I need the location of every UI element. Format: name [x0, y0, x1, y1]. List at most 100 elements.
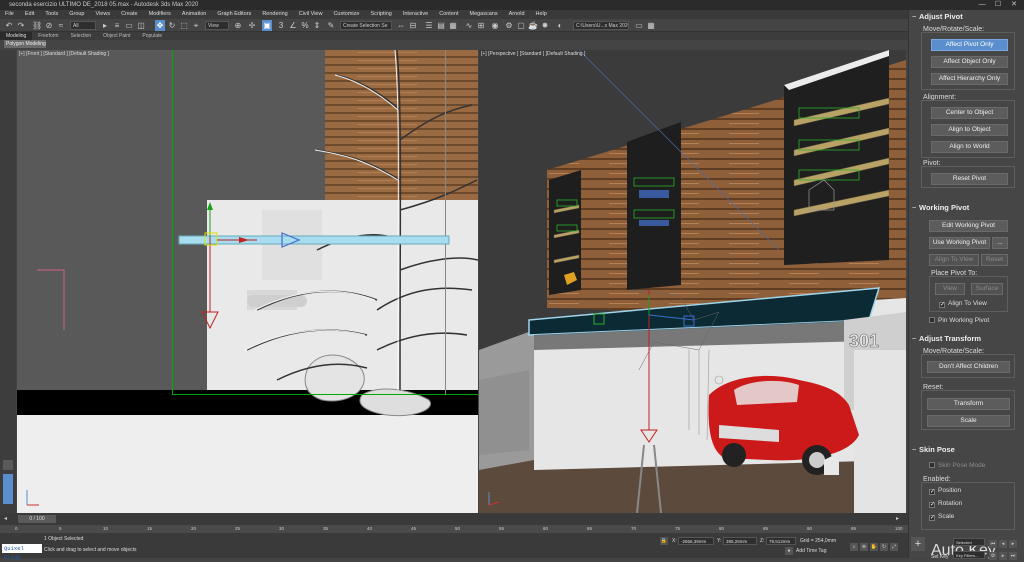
- menu-megascans[interactable]: Megascans: [464, 10, 503, 19]
- viewport-perspective-label[interactable]: [+] [Perspective ] [Standard ] [Default …: [481, 51, 585, 57]
- place-icon[interactable]: ⌖: [191, 20, 201, 31]
- pin-working-pivot-checkbox[interactable]: Pin Working Pivot: [929, 317, 989, 324]
- workspace-dropdown[interactable]: C:\Users\U...s Max 2020: [573, 21, 629, 30]
- add-icon[interactable]: +: [911, 537, 925, 551]
- layer-explorer-icon[interactable]: ▤: [436, 20, 446, 31]
- menu-help[interactable]: Help: [531, 10, 553, 19]
- dont-affect-children-button[interactable]: Don't Affect Children: [927, 361, 1010, 373]
- move-icon[interactable]: ✥: [155, 20, 165, 31]
- menu-graph-editors[interactable]: Graph Editors: [212, 10, 257, 19]
- zoom-all-icon[interactable]: ⊕: [860, 543, 868, 551]
- menu-arnold[interactable]: Arnold: [504, 10, 531, 19]
- render-setup-icon[interactable]: ⚙: [504, 20, 514, 31]
- menu-content[interactable]: Content: [434, 10, 464, 19]
- ribbon-tab-modeling[interactable]: Modeling: [0, 32, 33, 40]
- maximize-button[interactable]: ☐: [992, 0, 1004, 10]
- spinner-snap-icon[interactable]: ⇕: [312, 20, 322, 31]
- schematic-view-icon[interactable]: ⊞: [476, 20, 486, 31]
- menu-tools[interactable]: Tools: [40, 10, 64, 19]
- play-icon[interactable]: ▸: [1009, 540, 1017, 548]
- rollout-working-pivot-header[interactable]: Working Pivot: [909, 202, 1024, 213]
- minimize-button[interactable]: —: [976, 0, 988, 10]
- arnold-icon[interactable]: ◐: [555, 20, 565, 31]
- prev-key-icon[interactable]: ◂: [4, 515, 7, 522]
- pivot-center-icon[interactable]: ⊕: [233, 20, 243, 31]
- reset-transform-button[interactable]: Transform: [927, 398, 1010, 410]
- material-editor-icon[interactable]: ◉: [490, 20, 500, 31]
- keyboard-shortcut-override-icon[interactable]: ▣: [262, 20, 272, 31]
- viewport-front[interactable]: [+] [Front ] [Standard ] [Default Shadin…: [17, 50, 478, 513]
- link-icon[interactable]: ⛓: [32, 20, 42, 31]
- render-iterative-icon[interactable]: ✸: [540, 20, 550, 31]
- viewport-perspective[interactable]: [+] [Perspective ] [Standard ] [Default …: [479, 50, 906, 513]
- skin-pose-mode-checkbox[interactable]: Skin Pose Mode: [929, 462, 985, 469]
- viewport-front-label[interactable]: [+] [Front ] [Standard ] [Default Shadin…: [19, 51, 109, 57]
- select-manipulate-icon[interactable]: ✢: [247, 20, 257, 31]
- menu-edit[interactable]: Edit: [20, 10, 40, 19]
- render-production-icon[interactable]: ☕: [528, 20, 538, 31]
- maximize-viewport-icon[interactable]: ⤢: [890, 543, 898, 551]
- working-pivot-options-button[interactable]: ...: [992, 237, 1008, 249]
- place-pivot-view-button[interactable]: View: [935, 283, 965, 295]
- ribbon-tab-freeform[interactable]: Freeform: [32, 32, 64, 40]
- time-config-icon[interactable]: ⚙: [989, 552, 997, 560]
- time-tag-icon[interactable]: ●: [785, 547, 793, 555]
- window-crossing-icon[interactable]: ◫: [136, 20, 146, 31]
- x-coordinate[interactable]: -2656,39mm: [678, 537, 714, 545]
- menu-create[interactable]: Create: [116, 10, 144, 19]
- menu-modifiers[interactable]: Modifiers: [144, 10, 177, 19]
- prev-frame-icon[interactable]: ◂: [999, 540, 1007, 548]
- undo-icon[interactable]: ↶: [4, 20, 14, 31]
- rect-selection-icon[interactable]: ▭: [124, 20, 134, 31]
- curve-editor-icon[interactable]: ∿: [464, 20, 474, 31]
- skin-pose-rotation-checkbox[interactable]: ✓ Rotation: [929, 500, 962, 508]
- mirror-icon[interactable]: ⇔: [396, 20, 406, 31]
- menu-scripting[interactable]: Scripting: [365, 10, 397, 19]
- use-working-pivot-button[interactable]: Use Working Pivot: [929, 237, 990, 249]
- reset-scale-button[interactable]: Scale: [927, 415, 1010, 427]
- go-to-end-icon[interactable]: ⏭: [1009, 552, 1017, 560]
- unlink-icon[interactable]: ⊘: [44, 20, 54, 31]
- reset-pivot-button[interactable]: Reset Pivot: [931, 173, 1008, 185]
- menu-rendering[interactable]: Rendering: [257, 10, 293, 19]
- viewport-layout-icon[interactable]: [3, 474, 13, 504]
- align-to-object-button[interactable]: Align to Object: [931, 124, 1008, 136]
- redo-icon[interactable]: ↷: [16, 20, 26, 31]
- scene-explorer-icon[interactable]: ☰: [424, 20, 434, 31]
- align-to-view-checkbox[interactable]: ✓ Align To View: [939, 300, 987, 308]
- add-time-tag[interactable]: Add Time Tag: [796, 548, 826, 554]
- rollout-adjust-transform-header[interactable]: Adjust Transform: [909, 333, 1024, 344]
- percent-snap-icon[interactable]: %: [300, 20, 310, 31]
- timeline-ruler[interactable]: 0 5 10 15 20 25 30 35 40 45 50 55 60 65 70 75 80 85 90 95 10…: [0, 525, 908, 533]
- menu-customize[interactable]: Customize: [328, 10, 365, 19]
- skin-pose-scale-checkbox[interactable]: ✓ Scale: [929, 513, 954, 521]
- ribbon-tab-object-paint[interactable]: Object Paint: [97, 32, 136, 40]
- orbit-icon[interactable]: ↻: [880, 543, 888, 551]
- go-to-start-icon[interactable]: ⏮: [989, 540, 997, 548]
- next-frame-icon[interactable]: ▸: [999, 552, 1007, 560]
- maxscript-listener[interactable]: Quixel Bridg: [2, 544, 42, 561]
- next-key-icon[interactable]: ▸: [896, 515, 899, 522]
- ribbon-toggle-icon[interactable]: ▦: [448, 20, 458, 31]
- menu-civil-view[interactable]: Civil View: [294, 10, 329, 19]
- ribbon-tab-populate[interactable]: Populate: [136, 32, 168, 40]
- affect-object-only-button[interactable]: Affect Object Only: [931, 56, 1008, 68]
- time-slider[interactable]: 0 / 100: [18, 515, 56, 523]
- select-object-icon[interactable]: ▸: [100, 20, 110, 31]
- z-coordinate[interactable]: 79,513mm: [766, 537, 796, 545]
- place-pivot-surface-button[interactable]: Surface: [971, 283, 1003, 295]
- lock-selection-icon[interactable]: 🔒: [660, 537, 668, 545]
- edit-working-pivot-button[interactable]: Edit Working Pivot: [929, 220, 1008, 232]
- scale-icon[interactable]: ⬚: [179, 20, 189, 31]
- close-button[interactable]: ✕: [1008, 0, 1020, 10]
- angle-snap-icon[interactable]: ∠: [288, 20, 298, 31]
- menu-views[interactable]: Views: [91, 10, 117, 19]
- time-slider-bar[interactable]: 0 / 100 ◂ ▸: [0, 513, 908, 525]
- open-folder-icon[interactable]: ▭: [634, 20, 644, 31]
- snaps-toggle-icon[interactable]: 3: [276, 20, 286, 31]
- menu-animation[interactable]: Animation: [177, 10, 212, 19]
- rendered-frame-window-icon[interactable]: ▢: [516, 20, 526, 31]
- select-by-name-icon[interactable]: ≡: [112, 20, 122, 31]
- project-folder-icon[interactable]: ▦: [646, 20, 656, 31]
- ribbon-tab-selection[interactable]: Selection: [65, 32, 98, 40]
